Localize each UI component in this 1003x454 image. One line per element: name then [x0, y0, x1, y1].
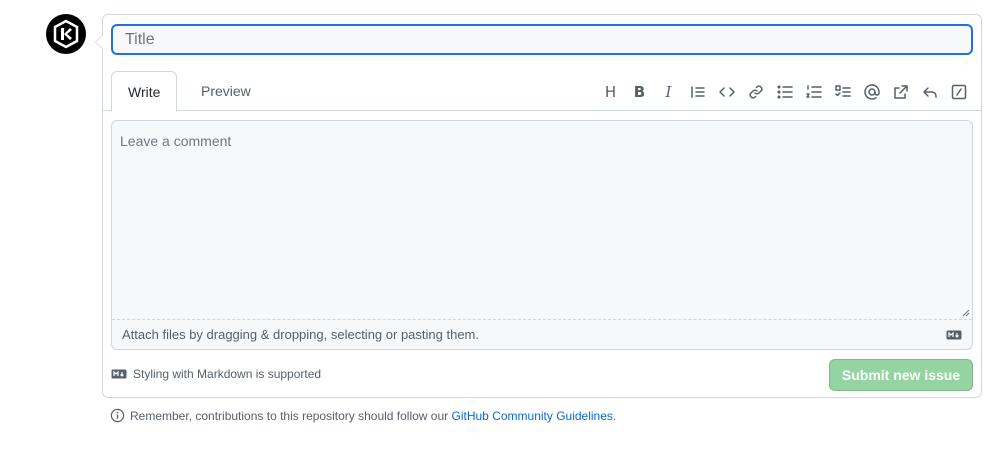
bold-button[interactable]: B — [625, 81, 654, 103]
ordered-list-icon — [805, 85, 822, 98]
unordered-list-button[interactable] — [770, 81, 799, 103]
markdown-note: Styling with Markdown is supported — [133, 367, 322, 381]
link-button[interactable] — [741, 81, 770, 103]
quote-icon — [690, 86, 705, 98]
slash-command-icon — [951, 84, 966, 100]
resize-grip-icon[interactable] — [962, 309, 970, 317]
title-input[interactable] — [111, 24, 973, 55]
italic-icon: I — [665, 83, 672, 101]
reply-icon — [922, 87, 937, 98]
heading-icon: H — [604, 83, 617, 101]
guidelines-suffix: . — [612, 408, 617, 423]
slash-command-button[interactable] — [944, 81, 973, 103]
link-icon — [748, 85, 763, 99]
attach-files-area[interactable]: Attach files by dragging & dropping, sel… — [112, 319, 972, 349]
guidelines-text: Remember, contributions to this reposito… — [130, 409, 616, 423]
guidelines-note: Remember, contributions to this reposito… — [110, 408, 616, 423]
reply-button[interactable] — [915, 81, 944, 103]
quote-button[interactable] — [683, 81, 712, 103]
code-button[interactable] — [712, 81, 741, 103]
markdown-icon — [946, 330, 962, 340]
guidelines-prefix: Remember, contributions to this reposito… — [130, 408, 449, 423]
info-icon — [110, 408, 125, 423]
tab-preview[interactable]: Preview — [185, 71, 267, 112]
mention-button[interactable] — [857, 81, 886, 103]
code-icon — [718, 87, 735, 97]
unordered-list-icon — [776, 85, 793, 99]
community-guidelines-link[interactable]: GitHub Community Guidelines — [452, 409, 613, 423]
user-avatar[interactable] — [46, 14, 86, 54]
markdown-help-link[interactable]: Styling with Markdown is supported — [111, 367, 321, 381]
bold-icon: B — [633, 83, 646, 101]
task-list-button[interactable] — [828, 81, 857, 103]
new-issue-form: Write Preview H B I — [95, 14, 982, 398]
comment-editor: Attach files by dragging & dropping, sel… — [111, 120, 973, 350]
reference-button[interactable] — [886, 81, 915, 103]
avatar-logo-icon — [53, 19, 79, 49]
reference-icon — [893, 85, 908, 99]
tab-write[interactable]: Write — [111, 71, 178, 112]
markdown-toolbar: H B I — [596, 81, 973, 103]
markdown-icon — [111, 369, 127, 379]
ordered-list-button[interactable] — [799, 81, 828, 103]
comment-textarea[interactable] — [112, 121, 972, 319]
submit-new-issue-button[interactable]: Submit new issue — [829, 359, 973, 391]
heading-button[interactable]: H — [596, 81, 625, 103]
italic-button[interactable]: I — [654, 81, 683, 103]
task-list-icon — [834, 85, 851, 97]
mention-icon — [863, 84, 880, 100]
